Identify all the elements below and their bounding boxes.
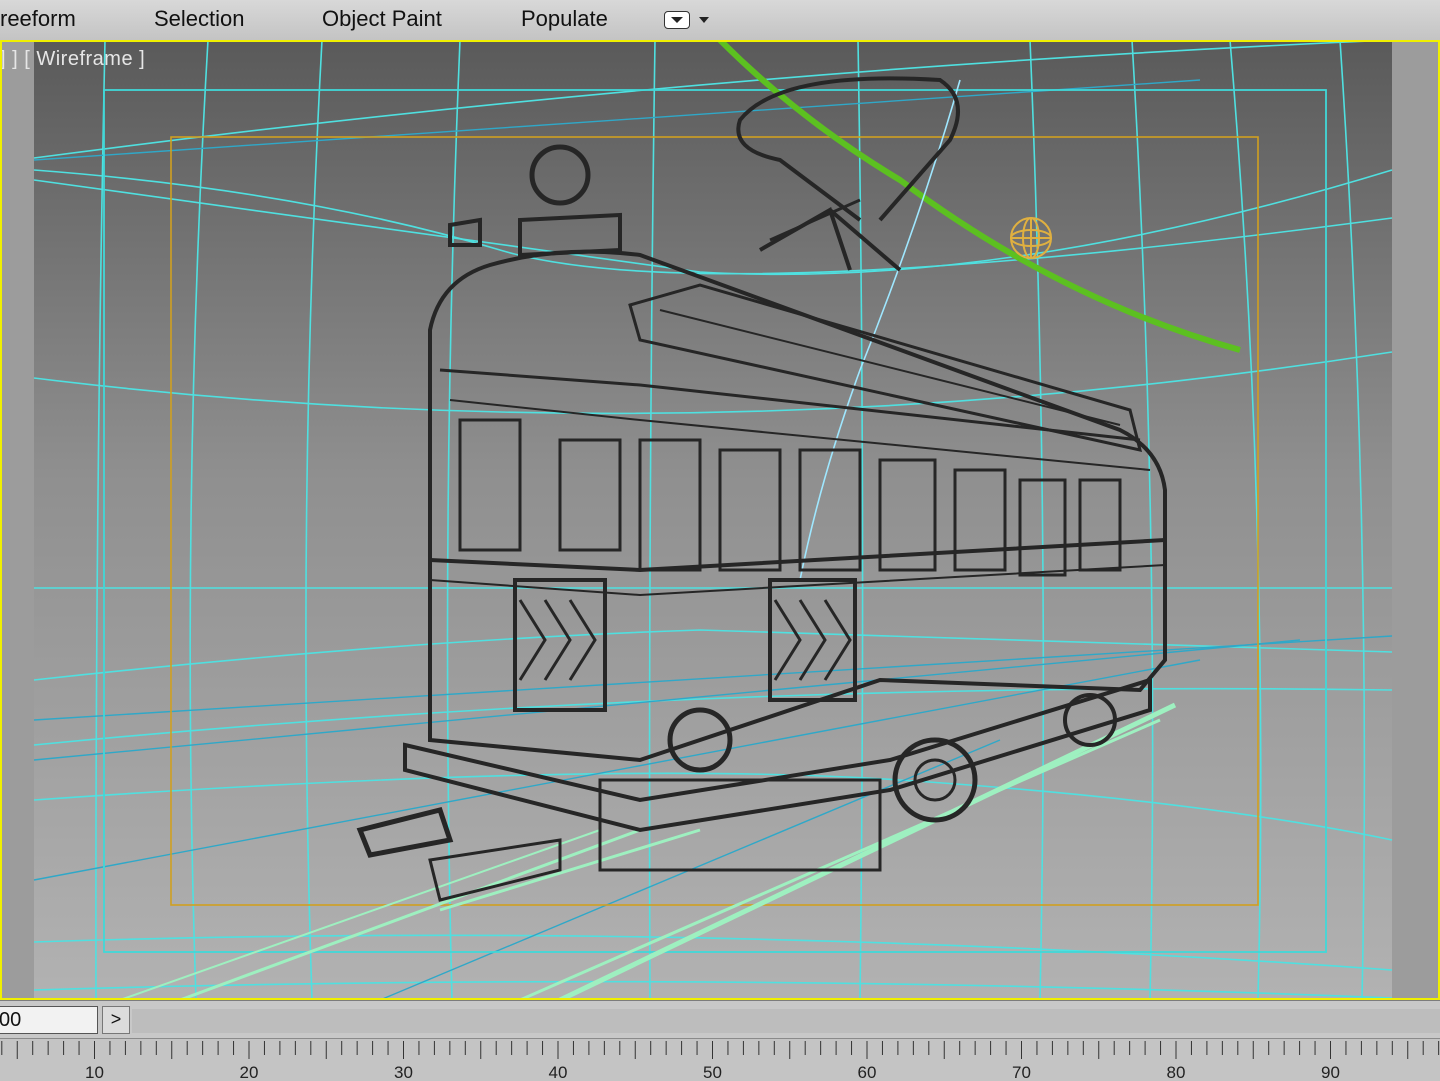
viewport-background: [34, 42, 1392, 998]
ruler-label: 70: [1012, 1063, 1031, 1081]
time-slider-track[interactable]: [132, 1009, 1440, 1033]
tab-populate[interactable]: Populate: [521, 6, 608, 32]
viewport-label-menu[interactable]: ] ] [ Wireframe ]: [0, 48, 145, 71]
ruler-label: 50: [703, 1063, 722, 1081]
camera-viewport[interactable]: ] ] [ Wireframe ]: [0, 40, 1440, 1000]
tab-selection[interactable]: Selection: [154, 6, 245, 32]
time-slider-bar: 00 >: [0, 1000, 1440, 1039]
tab-object-paint[interactable]: Object Paint: [322, 6, 442, 32]
chevron-down-icon: [699, 17, 709, 23]
viewport-canvas[interactable]: [0, 40, 1440, 1000]
ribbon-options-icon: [664, 11, 690, 29]
ruler-label: 90: [1321, 1063, 1340, 1081]
next-frame-button[interactable]: >: [102, 1006, 130, 1034]
ruler-label: 60: [858, 1063, 877, 1081]
frame-counter-field[interactable]: 00: [0, 1006, 98, 1034]
ruler-label: 80: [1167, 1063, 1186, 1081]
ruler-label: 40: [549, 1063, 568, 1081]
track-bar[interactable]: 10 20 30 40 50 60 70 80 90: [0, 1038, 1440, 1081]
ruler-label: 20: [240, 1063, 259, 1081]
omni-light-gizmo[interactable]: [1010, 217, 1052, 259]
ruler-label: 30: [394, 1063, 413, 1081]
track-bar-ruler: 10 20 30 40 50 60 70 80 90: [1, 1041, 1440, 1081]
ruler-label: 10: [85, 1063, 104, 1081]
tab-freeform[interactable]: reeform: [0, 6, 76, 32]
ribbon-tab-bar: reeform Selection Object Paint Populate: [0, 0, 1440, 41]
ribbon-options-dropdown[interactable]: [664, 10, 712, 32]
